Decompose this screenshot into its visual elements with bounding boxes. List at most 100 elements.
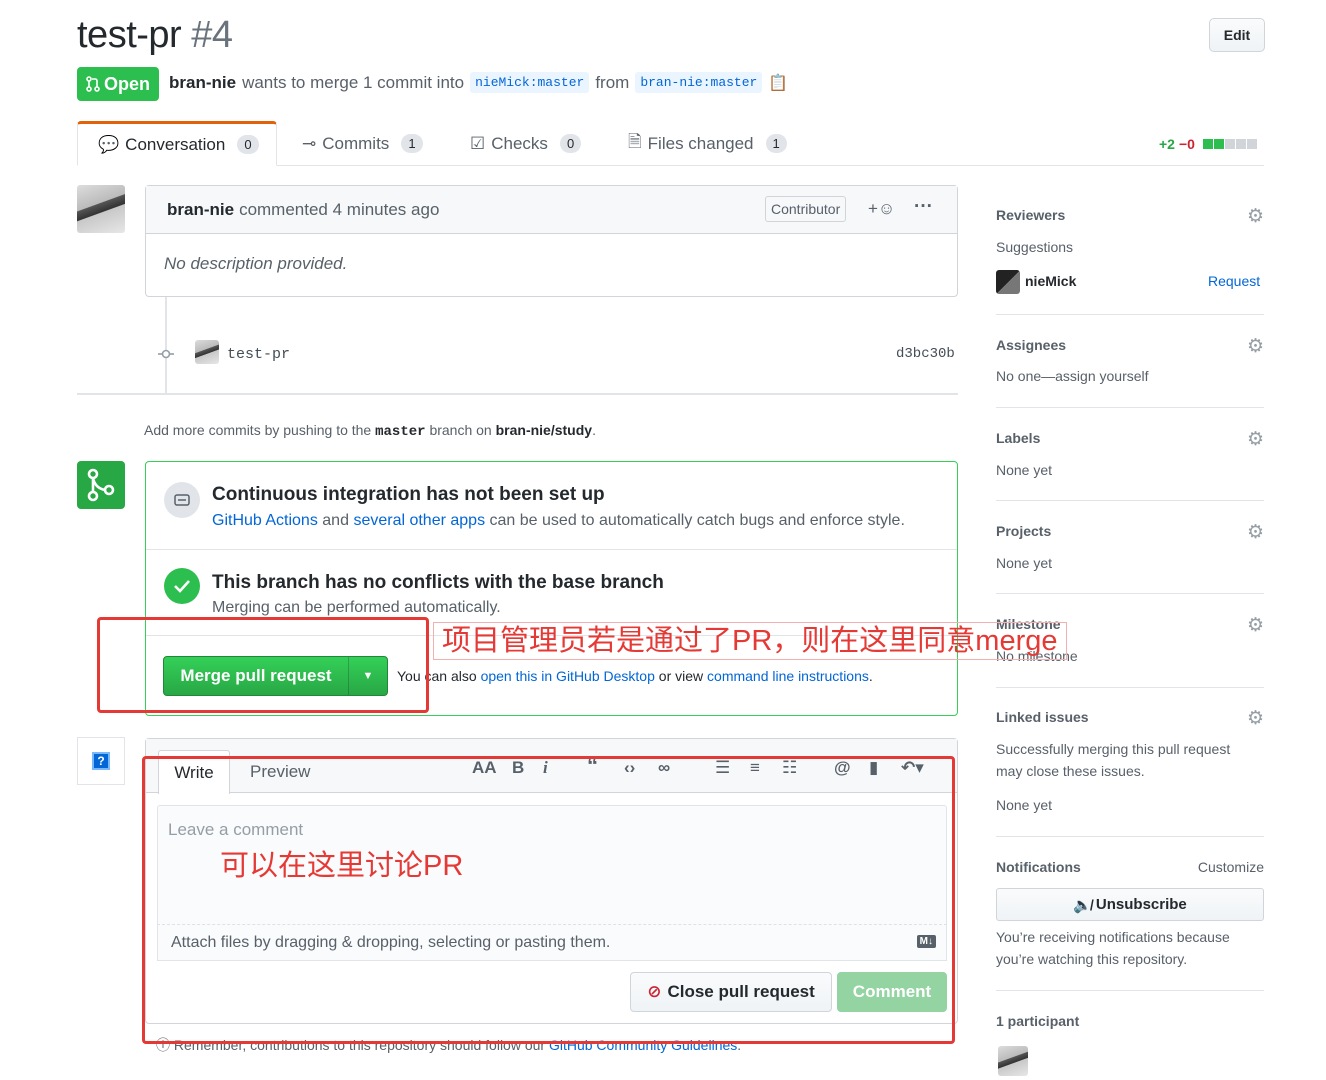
base-branch[interactable]: nieMick:master [470, 72, 590, 93]
merge-text: wants to merge 1 commit into [242, 72, 465, 92]
pr-number: #4 [191, 14, 233, 56]
push-hint-branch: master [375, 424, 426, 440]
notifications-header: Notifications Customize [996, 859, 1264, 879]
tab-counter: 1 [401, 134, 423, 153]
unsubscribe-button[interactable]: 🔈̸ Unsubscribe [996, 888, 1264, 921]
sidebar-divider [996, 990, 1264, 991]
labels-title: Labels [996, 430, 1041, 446]
unsubscribe-label: Unsubscribe [1095, 896, 1187, 913]
gear-icon[interactable]: ⚙ [1247, 614, 1264, 637]
notification-reason2: you’re watching this repository. [996, 951, 1188, 967]
more-options-icon[interactable]: ··· [914, 196, 933, 218]
command-line-link[interactable]: command line instructions [707, 668, 869, 684]
reviewers-header[interactable]: Reviewers ⚙ [996, 205, 1264, 228]
or-view-text: or view [658, 668, 704, 684]
notification-reason1: You’re receiving notifications because [996, 929, 1230, 945]
add-reaction-icon[interactable]: +☺ [868, 199, 895, 219]
linked-issues-title: Linked issues [996, 709, 1089, 725]
merge-annotation-text: 项目管理员若是通过了PR，则在这里同意merge [433, 622, 1067, 660]
sidebar-divider [996, 500, 1264, 501]
tab-checks[interactable]: ☑ Checks 0 [470, 121, 582, 166]
help-icon: ? [92, 752, 110, 770]
conflict-subtitle: Merging can be performed automatically. [212, 599, 501, 616]
timeline-line [165, 297, 167, 393]
tab-conversation[interactable]: 💬 Conversation 0 [77, 121, 277, 166]
assignees-header[interactable]: Assignees ⚙ [996, 335, 1264, 358]
discuss-annotation-box [142, 756, 955, 1044]
tab-commits[interactable]: ⊸ Commits 1 [302, 121, 423, 166]
suggested-reviewer[interactable]: nieMick [1025, 273, 1076, 289]
copy-icon[interactable]: 📋 [768, 73, 788, 93]
timeline-divider [77, 393, 958, 395]
from-text: from [595, 72, 630, 92]
checklist-icon: ☑ [470, 133, 486, 153]
tab-counter: 0 [237, 135, 259, 154]
github-desktop-link[interactable]: open this in GitHub Desktop [481, 668, 655, 684]
participant-avatar[interactable] [998, 1046, 1028, 1076]
request-review-link[interactable]: Request [1208, 273, 1260, 289]
file-diff-icon: 🗎 [628, 132, 642, 151]
tab-files-changed[interactable]: 🗎 Files changed 1 [628, 121, 787, 166]
assignees-text[interactable]: No one—assign yourself [996, 368, 1149, 384]
pull-request-icon [86, 76, 100, 92]
edit-button[interactable]: Edit [1209, 18, 1265, 52]
user-avatar-placeholder: ? [77, 737, 125, 785]
ci-rest: can be used to automatically catch bugs … [489, 512, 905, 529]
linked-issues-text1: Successfully merging this pull request [996, 741, 1231, 757]
push-hint-post: . [592, 422, 596, 438]
commit-avatar[interactable] [195, 340, 219, 364]
pr-author-link[interactable]: bran-nie [169, 73, 236, 93]
contributor-badge: Contributor [765, 196, 847, 222]
sidebar-divider [996, 593, 1264, 594]
tab-counter: 1 [765, 134, 787, 153]
comment-author[interactable]: bran-nie [167, 200, 234, 220]
projects-header[interactable]: Projects ⚙ [996, 521, 1264, 544]
gear-icon[interactable]: ⚙ [1247, 707, 1264, 730]
comment-time[interactable]: commented 4 minutes ago [239, 200, 439, 220]
gear-icon[interactable]: ⚙ [1247, 205, 1264, 228]
linked-issues-none: None yet [996, 797, 1053, 813]
ci-icon [164, 482, 200, 518]
merge-annotation-box [97, 617, 429, 713]
commit-message[interactable]: test-pr [227, 346, 290, 363]
tab-label: Conversation [125, 134, 226, 154]
github-actions-link[interactable]: GitHub Actions [212, 512, 318, 529]
gear-icon[interactable]: ⚙ [1247, 335, 1264, 358]
projects-text: None yet [996, 555, 1053, 571]
push-hint-pre: Add more commits by pushing to the [144, 422, 372, 438]
other-apps-link[interactable]: several other apps [353, 512, 485, 529]
mute-icon: 🔈̸ [1073, 896, 1092, 914]
assignees-title: Assignees [996, 337, 1067, 353]
sidebar-divider [996, 687, 1264, 688]
tab-label: Checks [491, 133, 548, 153]
gear-icon[interactable]: ⚙ [1247, 428, 1264, 451]
avatar[interactable] [77, 185, 125, 233]
state-badge: Open [77, 67, 159, 101]
pr-title-text: test-pr [77, 14, 182, 56]
period: . [868, 668, 873, 684]
pr-meta: bran-nie wants to merge 1 commit into ni… [169, 72, 788, 93]
discuss-annotation-text: 可以在这里讨论PR [220, 850, 464, 882]
ci-description: GitHub Actions and several other apps ca… [212, 512, 905, 530]
labels-header[interactable]: Labels ⚙ [996, 428, 1264, 451]
reviewer-avatar[interactable] [996, 270, 1020, 294]
linked-issues-header[interactable]: Linked issues ⚙ [996, 707, 1264, 730]
sidebar-divider [996, 407, 1264, 408]
sidebar-divider [996, 836, 1264, 837]
ci-title: Continuous integration has not been set … [212, 484, 605, 505]
merge-alternatives: You can also open this in GitHub Desktop… [397, 668, 873, 684]
labels-text: None yet [996, 462, 1053, 478]
tab-label: Commits [322, 133, 390, 153]
tab-label: Files changed [647, 133, 754, 153]
pr-title: test-pr #4 [77, 14, 233, 57]
commit-sha[interactable]: d3bc30b [896, 346, 955, 362]
commit-node-icon [158, 346, 174, 362]
customize-link[interactable]: Customize [1198, 859, 1264, 875]
head-branch[interactable]: bran-nie:master [635, 72, 763, 93]
tab-counter: 0 [559, 134, 582, 153]
push-hint-repo[interactable]: bran-nie/study [496, 422, 592, 438]
comment-body: No description provided. [164, 254, 348, 273]
gear-icon[interactable]: ⚙ [1247, 521, 1264, 544]
conflict-title: This branch has no conflicts with the ba… [212, 572, 664, 593]
notifications-title: Notifications [996, 859, 1081, 875]
